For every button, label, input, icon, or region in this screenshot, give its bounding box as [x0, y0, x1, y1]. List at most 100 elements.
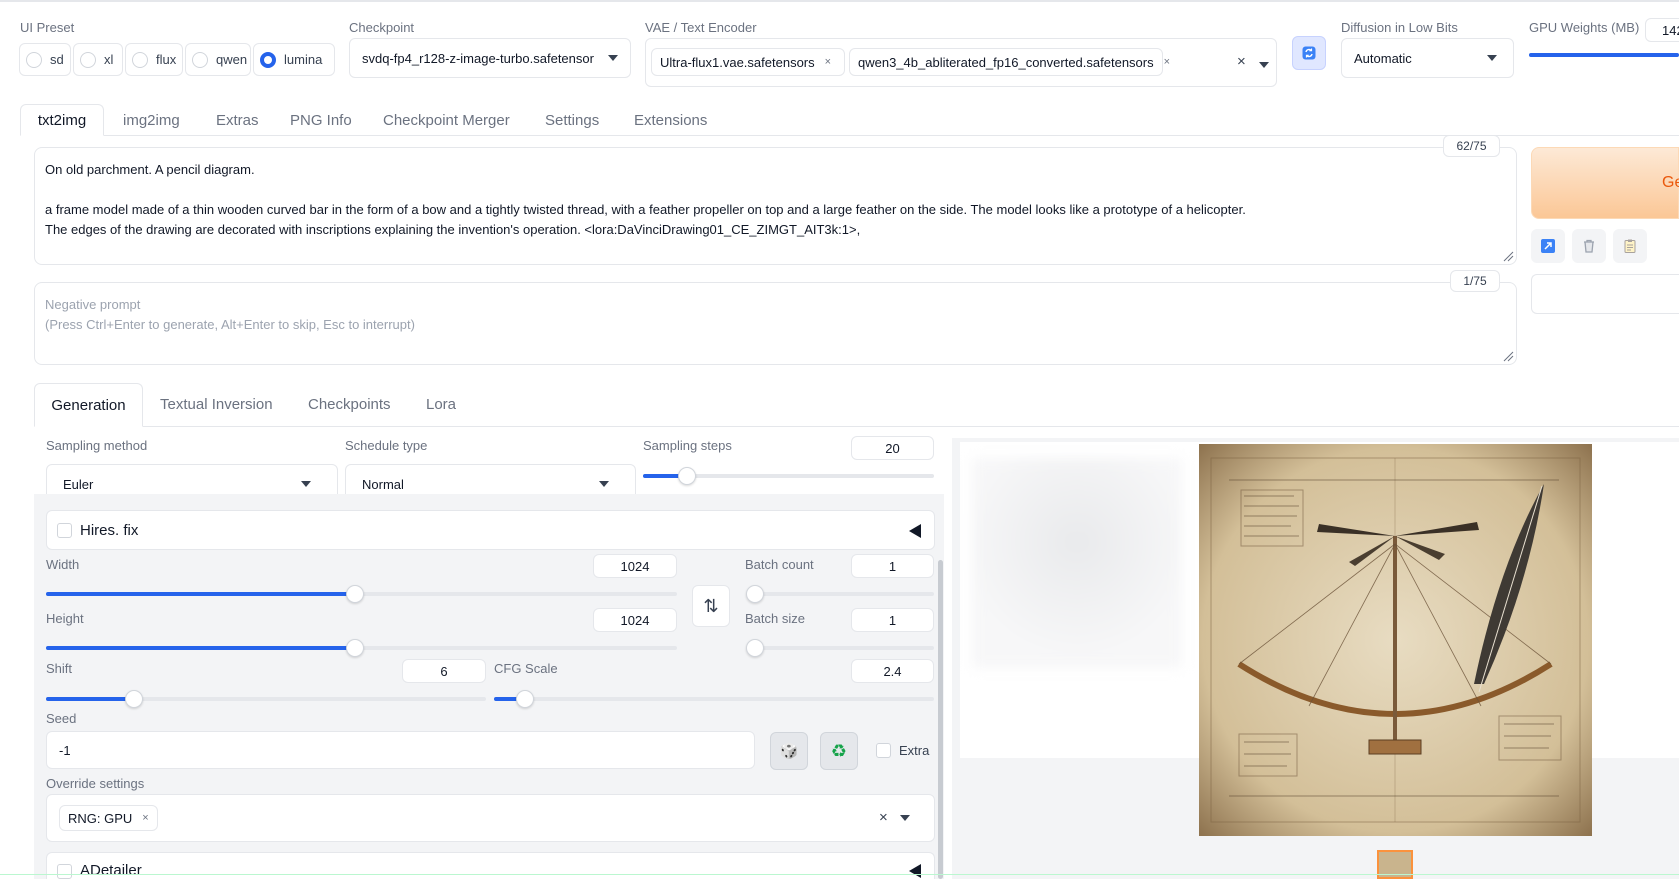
seed-input[interactable]: -1 [46, 731, 755, 769]
extra-checkbox[interactable] [876, 743, 891, 758]
tab-checkpoint-merger[interactable]: Checkpoint Merger [383, 104, 510, 136]
slider-fill [46, 592, 356, 596]
refresh-button[interactable] [1292, 36, 1326, 70]
height-label: Height [46, 611, 84, 626]
hires-fix-accordion[interactable]: Hires. fix [46, 510, 935, 550]
sampling-steps-input[interactable]: 20 [851, 436, 934, 460]
close-icon[interactable]: × [1164, 56, 1170, 68]
vae-label: VAE / Text Encoder [645, 20, 757, 35]
chevron-down-icon [608, 55, 618, 61]
random-seed-button[interactable]: 🎲 [770, 732, 808, 770]
batch-count-label: Batch count [745, 557, 814, 572]
shift-slider[interactable] [46, 690, 486, 708]
seed-label: Seed [46, 711, 77, 726]
tab-generation[interactable]: Generation [34, 383, 143, 427]
override-settings-label: Override settings [46, 776, 145, 791]
gpu-weights-label: GPU Weights (MB) [1529, 20, 1640, 35]
cfg-scale-input[interactable]: 2.4 [851, 659, 934, 683]
ui-preset-qwen[interactable]: qwen [185, 43, 251, 76]
batch-count-slider[interactable] [746, 585, 934, 603]
slider-thumb[interactable] [677, 467, 696, 485]
chevron-down-icon[interactable] [1259, 62, 1269, 68]
height-slider[interactable] [46, 639, 677, 657]
sampling-steps-slider[interactable] [643, 467, 934, 485]
swap-dimensions-button[interactable]: ⇅ [692, 585, 730, 627]
tab-checkpoints[interactable]: Checkpoints [308, 396, 391, 413]
slider-fill [46, 646, 356, 650]
slider-thumb[interactable] [125, 690, 143, 708]
vae-chip: Ultra-flux1.vae.safetensors × [651, 48, 845, 76]
override-chip: RNG: GPU × [59, 805, 158, 831]
clear-icon[interactable]: × [1237, 53, 1246, 70]
ui-preset-sd[interactable]: sd [19, 43, 71, 76]
batch-size-slider[interactable] [746, 639, 934, 657]
negative-prompt-input[interactable]: Negative prompt (Press Ctrl+Enter to gen… [34, 282, 1517, 365]
slider-thumb[interactable] [746, 639, 764, 657]
close-icon[interactable]: × [825, 56, 831, 68]
radio-flux-label: flux [156, 52, 177, 67]
styles-button[interactable] [1613, 229, 1647, 263]
tab-png-info[interactable]: PNG Info [290, 104, 352, 136]
generate-button[interactable]: Ge [1531, 147, 1679, 219]
width-input[interactable]: 1024 [593, 554, 677, 578]
scrollbar[interactable] [938, 560, 943, 879]
shift-input[interactable]: 6 [402, 659, 486, 683]
batch-count-input[interactable]: 1 [851, 554, 934, 578]
resize-handle-icon[interactable] [1503, 351, 1514, 362]
swap-icon: ⇅ [703, 595, 719, 616]
checkpoint-value: svdq-fp4_r128-z-image-turbo.safetensor [362, 51, 594, 66]
styles-dropdown[interactable] [1531, 274, 1679, 314]
tab-img2img[interactable]: img2img [123, 104, 180, 136]
batch-size-input[interactable]: 1 [851, 608, 934, 632]
cfg-scale-label: CFG Scale [494, 661, 558, 676]
diffusion-low-bits-dropdown[interactable]: Automatic [1341, 38, 1514, 78]
recycle-icon: ♻ [830, 740, 848, 761]
checkpoint-dropdown[interactable]: svdq-fp4_r128-z-image-turbo.safetensor [349, 38, 631, 78]
close-icon[interactable]: × [142, 812, 148, 824]
tab-generation-label: Generation [51, 396, 126, 414]
radio-lumina-label: lumina [284, 52, 323, 67]
gallery-blur [972, 458, 1182, 668]
tab-textual-inversion[interactable]: Textual Inversion [160, 396, 273, 413]
reuse-seed-button[interactable]: ♻ [820, 732, 858, 770]
output-image[interactable] [1199, 444, 1592, 836]
arrow-icon [1541, 239, 1555, 253]
diffusion-low-bits-label: Diffusion in Low Bits [1341, 20, 1458, 35]
prompt-line-3: The edges of the drawing are decorated w… [45, 222, 861, 237]
paste-button[interactable] [1531, 229, 1565, 263]
prompt-input[interactable]: On old parchment. A pencil diagram. a fr… [34, 147, 1517, 265]
chevron-down-icon[interactable] [900, 815, 910, 821]
text-encoder-chip-label: qwen3_4b_abliterated_fp16_converted.safe… [858, 54, 1154, 70]
height-input[interactable]: 1024 [593, 608, 677, 632]
override-settings-multiselect[interactable]: RNG: GPU × × [46, 794, 935, 842]
slider-thumb[interactable] [515, 690, 534, 708]
ui-preset-flux[interactable]: flux [125, 43, 183, 76]
tab-extensions[interactable]: Extensions [634, 104, 707, 136]
cfg-scale-slider[interactable] [494, 690, 934, 708]
tab-txt2img[interactable]: txt2img [20, 104, 104, 136]
gpu-weights-input[interactable]: 142 [1645, 18, 1679, 42]
slider-thumb[interactable] [746, 585, 764, 603]
trash-icon [1584, 239, 1594, 253]
width-slider[interactable] [46, 585, 677, 603]
ui-preset-lumina[interactable]: lumina [253, 43, 335, 76]
tab-lora[interactable]: Lora [426, 396, 456, 413]
gpu-weights-value: 142 [1662, 23, 1679, 38]
adetailer-checkbox[interactable] [57, 864, 72, 879]
schedule-type-label: Schedule type [345, 438, 428, 453]
adetailer-label: ADetailer [80, 862, 142, 879]
hires-fix-checkbox[interactable] [57, 523, 72, 538]
ui-preset-xl[interactable]: xl [73, 43, 123, 76]
tab-settings[interactable]: Settings [545, 104, 599, 136]
prompt-line-2: a frame model made of a thin wooden curv… [45, 202, 1246, 217]
gpu-weights-slider[interactable] [1529, 53, 1679, 57]
clear-icon[interactable]: × [879, 809, 888, 826]
resize-handle-icon[interactable] [1503, 251, 1514, 262]
radio-lumina-dot [260, 51, 276, 68]
clear-prompt-button[interactable] [1572, 229, 1606, 263]
tab-extras[interactable]: Extras [216, 104, 259, 136]
radio-sd-dot [26, 51, 42, 68]
slider-fill [46, 697, 134, 701]
bottom-border [0, 874, 1679, 875]
seed-value: -1 [59, 743, 71, 758]
